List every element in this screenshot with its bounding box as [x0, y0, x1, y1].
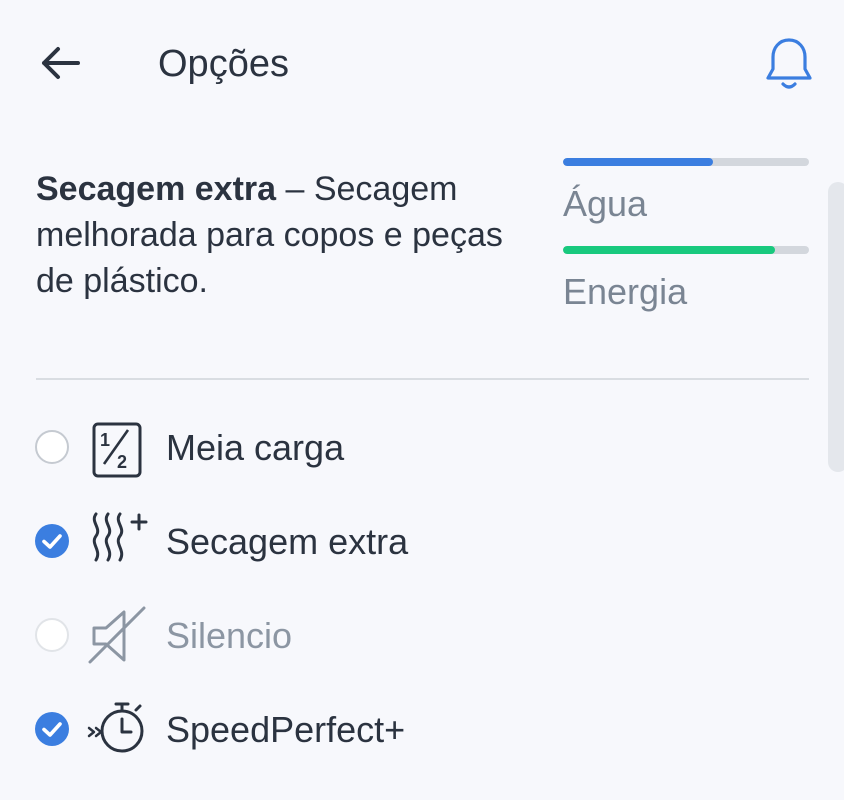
program-description: Secagem extra – Secagem melhorada para c…: [36, 166, 536, 304]
checkmark-icon: [42, 534, 62, 549]
notifications-button[interactable]: [764, 36, 814, 92]
checkmark-icon: [42, 722, 62, 737]
energy-meter-fill: [563, 246, 775, 254]
svg-text:1: 1: [100, 430, 110, 450]
app-header: Opções: [0, 0, 844, 130]
option-label: Secagem extra: [166, 521, 409, 562]
option-radio-checked[interactable]: [35, 524, 69, 558]
svg-text:2: 2: [117, 452, 127, 472]
option-silencio[interactable]: Silencio: [0, 596, 844, 676]
half-load-icon: 1 2: [92, 422, 142, 478]
energy-meter-label: Energia: [563, 271, 688, 312]
back-button[interactable]: [38, 40, 84, 86]
option-meia-carga[interactable]: 1 2 Meia carga: [0, 408, 844, 488]
stopwatch-icon: [87, 702, 144, 753]
extra-dry-icon: [92, 512, 148, 562]
water-meter-label: Água: [563, 183, 648, 224]
energy-meter: Energia: [563, 246, 809, 314]
option-secagem-extra[interactable]: Secagem extra: [0, 502, 844, 582]
page-title: Opções: [158, 43, 289, 85]
option-label: SpeedPerfect+: [166, 709, 406, 750]
water-meter-fill: [563, 158, 714, 166]
energy-meter-track: [563, 246, 809, 254]
option-label: Meia carga: [166, 427, 345, 468]
arrow-left-icon: [42, 47, 80, 79]
water-meter-track: [563, 158, 809, 166]
option-radio-checked[interactable]: [35, 712, 69, 746]
option-label: Silencio: [166, 615, 293, 656]
option-radio-disabled[interactable]: [35, 618, 69, 652]
option-speedperfect[interactable]: SpeedPerfect+: [0, 690, 844, 770]
description-title: Secagem extra: [36, 170, 277, 208]
option-radio[interactable]: [35, 430, 69, 464]
water-meter: Água: [563, 158, 809, 226]
divider: [36, 378, 809, 380]
bell-icon: [766, 38, 812, 89]
speaker-muted-icon: [88, 606, 146, 664]
